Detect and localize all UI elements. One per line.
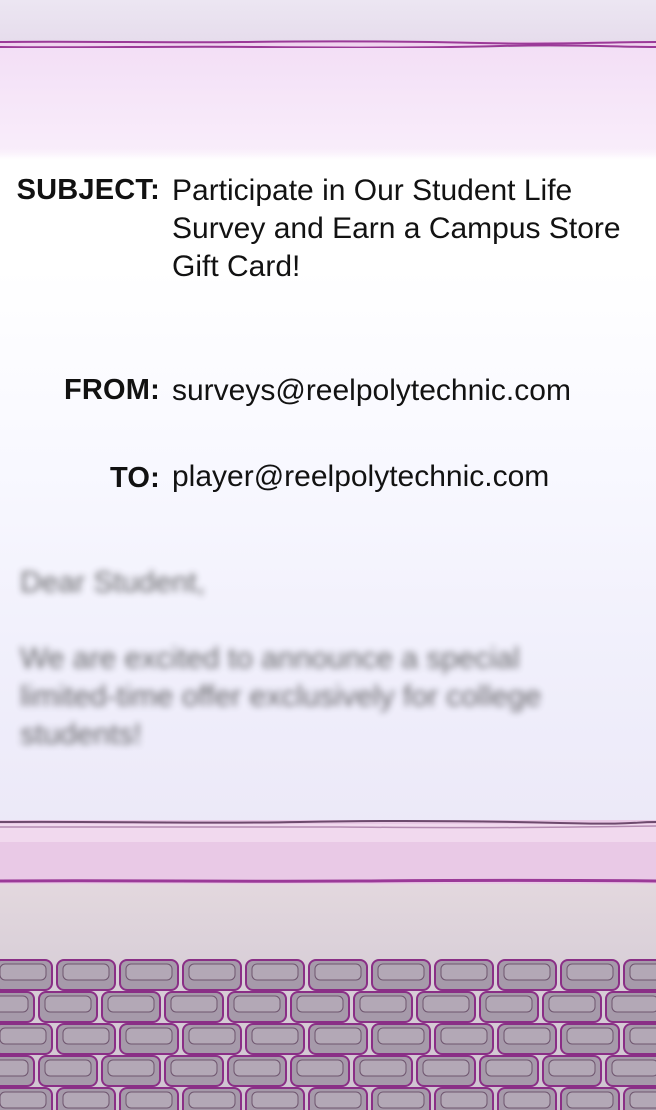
keycap-top	[44, 1059, 92, 1077]
keycap-top	[629, 1091, 656, 1109]
keycap-top	[422, 1059, 470, 1077]
keycap-top	[629, 1027, 656, 1045]
keycap-top	[125, 1091, 173, 1109]
keycap-top	[314, 1091, 362, 1109]
keycap-top	[377, 1091, 425, 1109]
keycap-top	[0, 1059, 29, 1077]
email-greeting: Dear Student,	[20, 566, 206, 599]
keycap-top	[377, 963, 425, 981]
screen-bottom-edge	[0, 819, 656, 886]
keycap-top	[188, 963, 236, 981]
keycap-top	[0, 1091, 47, 1109]
to-value: player@reelpolytechnic.com	[172, 460, 550, 493]
keycap-top	[44, 995, 92, 1013]
keycap-top	[170, 995, 218, 1013]
keycap-top	[125, 963, 173, 981]
keycap-top	[188, 1027, 236, 1045]
keycap-top	[233, 995, 281, 1013]
keycap-top	[566, 1091, 614, 1109]
keycap-top	[62, 1091, 110, 1109]
keycap-top	[170, 1059, 218, 1077]
email-body: We are excited to announce a special lim…	[20, 642, 542, 751]
keycap-top	[611, 1059, 656, 1077]
keycap-top	[566, 963, 614, 981]
screen-glare	[0, 48, 656, 158]
keycap-top	[62, 1027, 110, 1045]
keycap-top	[422, 995, 470, 1013]
keycap-top	[251, 1027, 299, 1045]
from-label: FROM:	[63, 374, 160, 406]
keycap-top	[566, 1027, 614, 1045]
keycap-top	[125, 1027, 173, 1045]
keycap-top	[611, 995, 656, 1013]
keycap-top	[296, 995, 344, 1013]
keycap-top	[440, 963, 488, 981]
keycap-top	[0, 963, 47, 981]
keycap-top	[314, 963, 362, 981]
keyboard-icon	[0, 959, 656, 1110]
keycap-top	[107, 995, 155, 1013]
keycap-top	[359, 1059, 407, 1077]
to-label: TO:	[109, 462, 160, 494]
from-value: surveys@reelpolytechnic.com	[172, 374, 571, 407]
keycap-top	[359, 995, 407, 1013]
keycap-top	[503, 1091, 551, 1109]
keycap-top	[251, 1091, 299, 1109]
keycap-top	[503, 963, 551, 981]
keycap-top	[0, 995, 29, 1013]
keycap-top	[503, 1027, 551, 1045]
keycap-top	[548, 995, 596, 1013]
keycap-top	[107, 1059, 155, 1077]
keycap-top	[548, 1059, 596, 1077]
keycap-top	[188, 1091, 236, 1109]
keycap-top	[440, 1027, 488, 1045]
keycap-top	[485, 995, 533, 1013]
subject-value: Participate in Our Student Life Survey a…	[172, 174, 621, 283]
keycap-top	[629, 963, 656, 981]
subject-label: SUBJECT:	[16, 174, 160, 206]
keycap-top	[296, 1059, 344, 1077]
keycap-top	[440, 1091, 488, 1109]
keycap-top	[485, 1059, 533, 1077]
keycap-top	[62, 963, 110, 981]
email-screen: SUBJECT: Participate in Our Student Life…	[0, 48, 656, 824]
keycap-top	[233, 1059, 281, 1077]
keycap-top	[377, 1027, 425, 1045]
keycap-top	[0, 1027, 47, 1045]
keycap-top	[314, 1027, 362, 1045]
keycap-top	[251, 963, 299, 981]
